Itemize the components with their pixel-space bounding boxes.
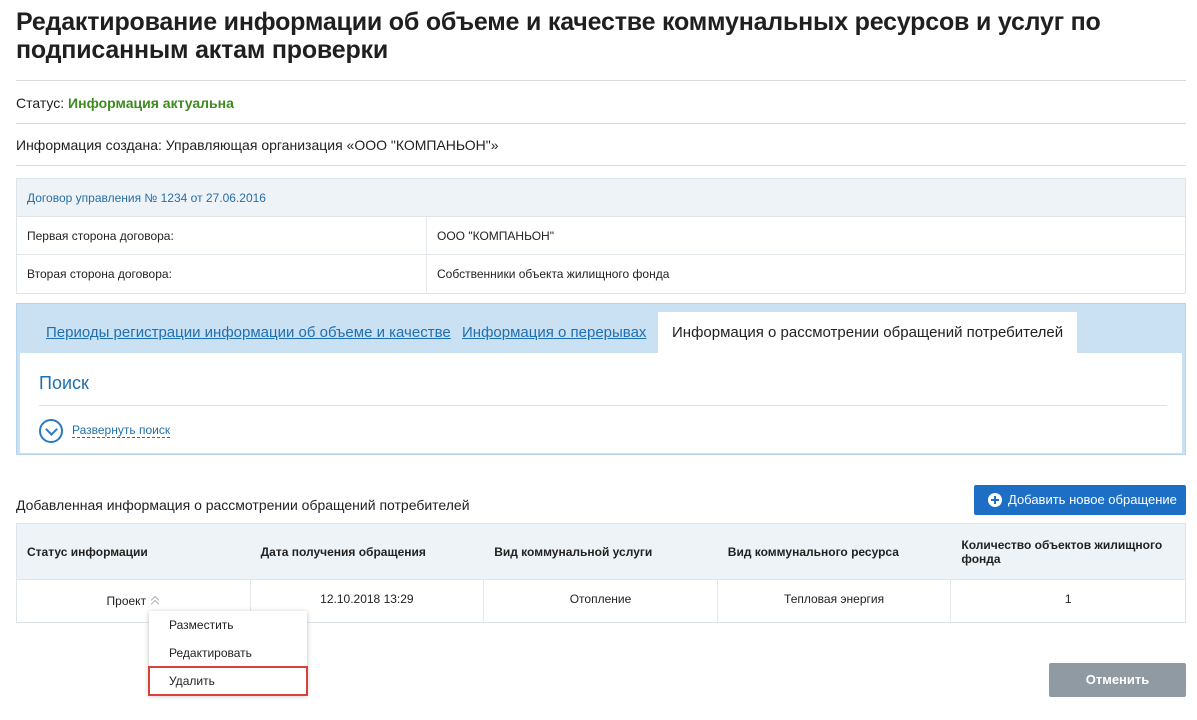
add-appeal-label: Добавить новое обращение xyxy=(1008,492,1177,507)
contract-row-value: Собственники объекта жилищного фонда xyxy=(437,267,670,281)
column-header: Вид коммунальной услуги xyxy=(494,544,653,559)
tab-breaks[interactable]: Информация о перерывах xyxy=(448,312,660,354)
double-chevron-up-icon[interactable] xyxy=(150,594,160,606)
contract-row-label: Вторая сторона договора: xyxy=(17,255,427,293)
divider xyxy=(39,405,1167,406)
divider xyxy=(16,80,1186,81)
table-header: Статус информации Дата получения обращен… xyxy=(17,524,1185,580)
page-title: Редактирование информации об объеме и ка… xyxy=(16,8,1101,64)
contract-row: Вторая сторона договора: Собственники об… xyxy=(17,255,1185,293)
expand-search-link[interactable]: Развернуть поиск xyxy=(72,423,171,438)
tab-consumer-appeals[interactable]: Информация о рассмотрении обращений потр… xyxy=(658,312,1078,356)
add-appeal-button[interactable]: Добавить новое обращение xyxy=(974,485,1186,515)
menu-item-edit[interactable]: Редактировать xyxy=(149,639,307,667)
chevron-down-circle-icon[interactable] xyxy=(39,419,63,443)
menu-item-publish[interactable]: Разместить xyxy=(149,611,307,639)
column-header: Количество объектов жилищного фонда xyxy=(961,537,1163,566)
search-panel: Поиск Развернуть поиск xyxy=(20,353,1182,453)
contract-row-label: Первая сторона договора: xyxy=(17,217,427,254)
plus-circle-icon xyxy=(988,493,1002,507)
table-cell: Отопление xyxy=(484,580,718,622)
cancel-button[interactable]: Отменить xyxy=(1049,663,1186,697)
search-title: Поиск xyxy=(39,373,89,393)
menu-item-delete[interactable]: Удалить xyxy=(148,666,308,696)
appeals-table: Статус информации Дата получения обращен… xyxy=(16,523,1186,623)
divider xyxy=(16,123,1186,124)
section-title: Добавленная информация о рассмотрении об… xyxy=(16,497,470,513)
tab-periods[interactable]: Периоды регистрации информации об объеме… xyxy=(32,312,465,354)
row-actions-menu: Разместить Редактировать Удалить xyxy=(148,611,308,696)
contract-row-value: ООО "КОМПАНЬОН" xyxy=(437,229,554,243)
tabs-container: Периоды регистрации информации об объеме… xyxy=(16,303,1186,455)
column-header: Вид коммунального ресурса xyxy=(727,544,899,559)
status-value: Информация актуальна xyxy=(68,95,234,111)
table-cell: 1 xyxy=(1064,592,1072,606)
divider xyxy=(16,165,1186,166)
status-cell-value: Проект xyxy=(106,594,147,608)
column-header: Статус информации xyxy=(27,544,148,559)
contract-header: Договор управления № 1234 от 27.06.2016 xyxy=(17,179,1185,217)
table-cell: Тепловая энергия xyxy=(718,580,952,622)
created-info: Информация создана: Управляющая организа… xyxy=(16,137,499,153)
column-header: Дата получения обращения xyxy=(260,544,426,559)
status-line: Статус: Информация актуальна xyxy=(16,95,234,111)
status-label: Статус: xyxy=(16,95,65,111)
contract-row: Первая сторона договора: ООО "КОМПАНЬОН" xyxy=(17,217,1185,255)
contract-block: Договор управления № 1234 от 27.06.2016 … xyxy=(16,178,1186,294)
